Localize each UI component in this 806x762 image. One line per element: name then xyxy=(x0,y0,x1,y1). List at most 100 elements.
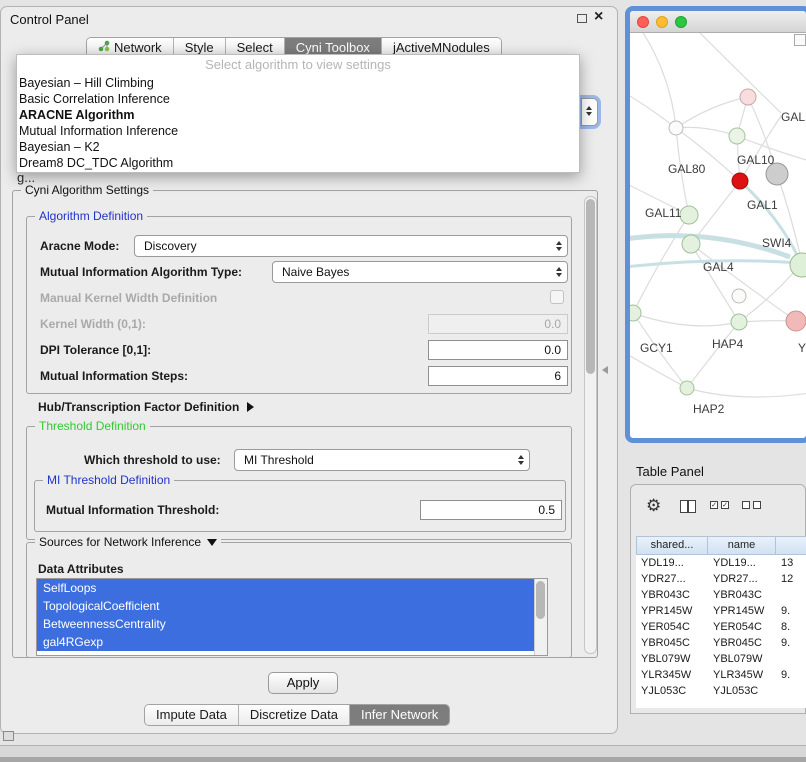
attribute-list-item[interactable]: TopologicalCoefficient xyxy=(37,597,536,615)
table-cell[interactable]: YBR045C xyxy=(708,635,776,651)
table-cell[interactable]: YBL079W xyxy=(636,651,708,667)
attribute-list-item[interactable]: BetweennessCentrality xyxy=(37,615,536,633)
mode-tab-discretize-data[interactable]: Discretize Data xyxy=(238,705,349,725)
table-cell[interactable]: YPR145W xyxy=(636,603,708,619)
table-row[interactable]: YDL19...YDL19...13 xyxy=(636,555,806,571)
network-node[interactable] xyxy=(680,206,698,224)
table-cell[interactable]: YLR345W xyxy=(708,667,776,683)
algorithm-option[interactable]: Bayesian – Hill Climbing xyxy=(17,75,579,91)
table-cell[interactable] xyxy=(776,587,806,603)
network-view-window[interactable]: GALGAL80GAL10GAL11GAL1SWI4GAL4GCY1HAP4HA… xyxy=(625,6,806,443)
algorithm-option[interactable]: Bayesian – K2 xyxy=(17,139,579,155)
network-edge[interactable] xyxy=(687,322,739,388)
close-panel-icon[interactable]: × xyxy=(594,8,603,26)
checked-boxes-icon[interactable]: ✓✓ xyxy=(710,501,729,509)
network-edge[interactable] xyxy=(630,353,687,388)
data-attributes-list[interactable]: SelfLoopsTopologicalCoefficientBetweenne… xyxy=(36,578,548,656)
table-cell[interactable]: YPR145W xyxy=(708,603,776,619)
network-node[interactable] xyxy=(786,311,806,331)
table-cell[interactable]: YDR27... xyxy=(636,571,708,587)
table-cell[interactable]: YBL079W xyxy=(708,651,776,667)
table-cell[interactable]: 9. xyxy=(776,635,806,651)
network-window-titlebar[interactable] xyxy=(630,11,806,33)
table-row[interactable]: YER054CYER054C8. xyxy=(636,619,806,635)
dpi-tolerance-field[interactable]: 0.0 xyxy=(428,340,568,360)
table-row[interactable]: YLR345WYLR345W9. xyxy=(636,667,806,683)
network-node[interactable] xyxy=(682,235,700,253)
column-header[interactable] xyxy=(776,536,806,555)
table-cell[interactable]: 8. xyxy=(776,619,806,635)
table-cell[interactable] xyxy=(776,651,806,667)
manual-kernel-checkbox[interactable] xyxy=(550,290,564,304)
mi-threshold-field[interactable]: 0.5 xyxy=(420,500,562,520)
table-cell[interactable]: YDR27... xyxy=(708,571,776,587)
kernel-width-field[interactable]: 0.0 xyxy=(428,314,568,334)
apply-button[interactable]: Apply xyxy=(268,672,338,694)
gear-icon[interactable]: ⚙ xyxy=(646,496,661,516)
panel-splitter-arrow[interactable] xyxy=(602,366,608,374)
algorithm-option[interactable]: Mutual Information Inference xyxy=(17,123,579,139)
table-cell[interactable]: YER054C xyxy=(636,619,708,635)
table-cell[interactable]: 13 xyxy=(776,555,806,571)
table-cell[interactable]: YDL19... xyxy=(708,555,776,571)
column-header[interactable]: name xyxy=(708,536,776,555)
which-threshold-select[interactable]: MI Threshold xyxy=(234,449,530,471)
restore-window-icon[interactable] xyxy=(3,731,14,741)
network-edge[interactable] xyxy=(687,388,806,397)
table-cell[interactable]: YLR345W xyxy=(636,667,708,683)
mode-tab-infer-network[interactable]: Infer Network xyxy=(349,705,449,725)
network-node[interactable] xyxy=(630,305,641,321)
aracne-mode-select[interactable]: Discovery xyxy=(134,235,568,257)
network-node[interactable] xyxy=(680,381,694,395)
table-row[interactable]: YPR145WYPR145W9. xyxy=(636,603,806,619)
network-node[interactable] xyxy=(732,173,748,189)
table-cell[interactable]: 9. xyxy=(776,667,806,683)
table-row[interactable]: YBR045CYBR045C9. xyxy=(636,635,806,651)
mi-steps-field[interactable]: 6 xyxy=(428,366,568,386)
scrollbar-thumb[interactable] xyxy=(536,581,545,619)
minimize-window-icon[interactable] xyxy=(656,16,668,28)
network-edge[interactable] xyxy=(690,33,781,113)
network-edge[interactable] xyxy=(633,313,739,326)
table-cell[interactable]: YBR043C xyxy=(708,587,776,603)
table-cell[interactable]: YBR045C xyxy=(636,635,708,651)
hub-section-toggle[interactable]: Hub/Transcription Factor Definition xyxy=(38,400,254,414)
float-window-icon[interactable] xyxy=(577,14,587,23)
algorithm-option[interactable]: Basic Correlation Inference xyxy=(17,91,579,107)
network-edge[interactable] xyxy=(630,93,676,128)
network-edge[interactable] xyxy=(691,244,739,322)
network-node[interactable] xyxy=(732,289,746,303)
table-cell[interactable]: 9. xyxy=(776,603,806,619)
close-window-icon[interactable] xyxy=(637,16,649,28)
table-row[interactable]: YBR043CYBR043C xyxy=(636,587,806,603)
zoom-window-icon[interactable] xyxy=(675,16,687,28)
table-cell[interactable]: YJL053C xyxy=(636,683,708,699)
network-node[interactable] xyxy=(669,121,683,135)
table-cell[interactable]: YJL053C xyxy=(708,683,776,699)
table-row[interactable]: YDR27...YDR27...12 xyxy=(636,571,806,587)
attribute-list-item[interactable]: gal4RGexp xyxy=(37,633,536,651)
settings-scrollbar[interactable] xyxy=(584,196,597,654)
algorithm-option[interactable]: Dream8 DC_TDC Algorithm xyxy=(17,155,579,171)
sources-group-title[interactable]: Sources for Network Inference xyxy=(35,535,221,550)
attribute-list-item[interactable]: SelfLoops xyxy=(37,579,536,597)
column-header[interactable]: shared... xyxy=(636,536,708,555)
mode-tab-impute-data[interactable]: Impute Data xyxy=(145,705,238,725)
mi-algorithm-type-select[interactable]: Naive Bayes xyxy=(272,261,568,283)
table-row[interactable]: YJL053CYJL053C xyxy=(636,683,806,699)
scrollbar-thumb[interactable] xyxy=(586,199,595,374)
table-cell[interactable] xyxy=(776,683,806,699)
list-scrollbar[interactable] xyxy=(534,579,547,655)
table-cell[interactable]: YBR043C xyxy=(636,587,708,603)
algorithm-option[interactable]: ARACNE Algorithm xyxy=(17,107,579,123)
unchecked-boxes-icon[interactable] xyxy=(742,501,761,509)
table-row[interactable]: YBL079WYBL079W xyxy=(636,651,806,667)
network-canvas[interactable]: GALGAL80GAL10GAL11GAL1SWI4GAL4GCY1HAP4HA… xyxy=(630,33,806,443)
network-edge[interactable] xyxy=(640,33,676,128)
table-cell[interactable]: 12 xyxy=(776,571,806,587)
network-node[interactable] xyxy=(729,128,745,144)
algorithm-combo-fragment[interactable] xyxy=(581,98,598,126)
table-cell[interactable]: YDL19... xyxy=(636,555,708,571)
table-cell[interactable]: YER054C xyxy=(708,619,776,635)
network-node[interactable] xyxy=(731,314,747,330)
